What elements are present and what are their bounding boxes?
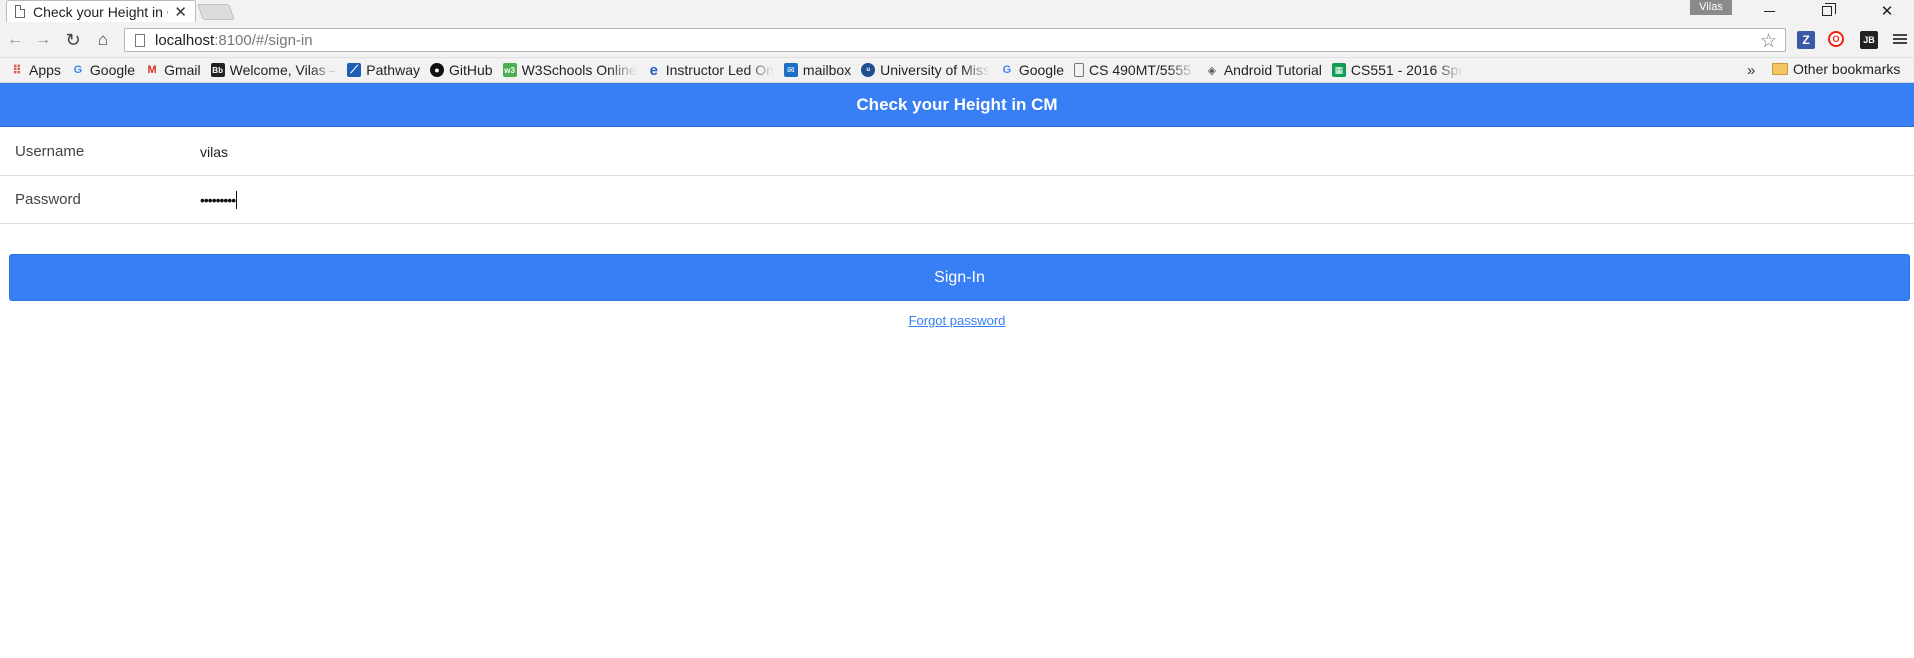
page-icon — [1074, 63, 1084, 77]
apps-grid-icon: ⠿ — [12, 63, 22, 77]
app-header: Check your Height in CM — [0, 83, 1914, 127]
restore-icon — [1822, 3, 1836, 16]
e-icon: e — [649, 62, 658, 78]
sign-in-button[interactable]: Sign-In — [9, 254, 1910, 301]
bookmark-item[interactable]: ▦ CS551 - 2016 Spr — [1331, 62, 1463, 78]
restore-button[interactable] — [1804, 0, 1850, 22]
other-bookmarks-label: Other bookmarks — [1793, 61, 1901, 77]
w3schools-icon: w3 — [502, 63, 517, 77]
close-window-button[interactable]: ✕ — [1864, 0, 1910, 22]
bb-icon: Bb — [210, 63, 225, 77]
reload-icon: ↻ — [65, 29, 81, 50]
username-label: Username — [15, 143, 85, 160]
umkc-icon: u — [861, 63, 876, 77]
bookmark-item[interactable]: ✉ mailbox — [783, 62, 851, 78]
password-label: Password — [15, 191, 81, 208]
bookmark-item[interactable]: CS 490MT/5555: — [1074, 62, 1195, 78]
zotero-extension-icon[interactable]: Z — [1797, 31, 1815, 49]
password-row: Password ••••••••• — [0, 176, 1914, 224]
url-host: localhost — [155, 31, 215, 49]
reload-button[interactable]: ↻ — [62, 29, 84, 51]
bookmark-item[interactable]: ⟋ Pathway — [347, 62, 420, 78]
browser-titlebar: Check your Height in CM ✕ Vilas ✕ — [0, 0, 1914, 22]
close-icon: ✕ — [1880, 3, 1894, 20]
back-button[interactable]: ← — [4, 29, 26, 51]
folder-icon — [1772, 63, 1788, 75]
bookmarks-overflow-chevron-icon[interactable]: » — [1747, 62, 1755, 79]
profile-badge[interactable]: Vilas — [1690, 0, 1732, 15]
username-input[interactable]: vilas — [200, 144, 1800, 160]
page-icon — [15, 5, 25, 18]
bookmark-item[interactable]: u University of Miss — [861, 62, 990, 78]
password-masked-value: ••••••••• — [200, 191, 236, 208]
bookmark-item[interactable]: M Gmail — [145, 62, 200, 78]
tab-title: Check your Height in CM — [33, 3, 168, 20]
bookmark-item[interactable]: ◈ Android Tutorial — [1205, 62, 1322, 78]
google-icon: G — [73, 64, 83, 76]
page-title: Check your Height in CM — [856, 94, 1058, 114]
bookmark-item[interactable]: Bb Welcome, Vilas – — [210, 62, 337, 78]
browser-toolbar: ← → ↻ ⌂ localhost:8100/#/sign-in ☆ Z O J… — [0, 22, 1914, 58]
other-bookmarks[interactable]: Other bookmarks — [1772, 61, 1900, 77]
bookmark-item[interactable]: G Google — [1000, 62, 1064, 78]
url-path: :8100/#/sign-in — [214, 31, 313, 49]
jetbrains-extension-icon[interactable]: JB — [1860, 31, 1878, 49]
browser-tab[interactable]: Check your Height in CM ✕ — [6, 0, 196, 22]
opera-extension-icon[interactable]: O — [1828, 31, 1844, 47]
tab-close-icon[interactable]: ✕ — [174, 3, 187, 21]
arrow-right-icon: → — [35, 31, 51, 48]
bookmarks-bar: ⠿ Apps G Google M Gmail Bb Welcome, Vila… — [0, 58, 1914, 83]
page-icon — [135, 33, 145, 47]
bookmark-item[interactable]: w3 W3Schools Online — [502, 62, 637, 78]
home-button[interactable]: ⌂ — [92, 29, 114, 51]
minimize-button[interactable] — [1746, 0, 1792, 22]
forward-button[interactable]: → — [32, 29, 54, 51]
password-input[interactable]: ••••••••• — [200, 190, 238, 209]
bookmark-item[interactable]: G Google — [71, 62, 135, 78]
google-icon: G — [1002, 64, 1012, 76]
bookmark-star-icon[interactable]: ☆ — [1760, 30, 1777, 53]
arrow-left-icon: ← — [7, 31, 23, 48]
gmail-icon: M — [147, 64, 157, 76]
mail-icon: ✉ — [783, 63, 798, 77]
address-bar[interactable]: localhost:8100/#/sign-in ☆ — [124, 28, 1786, 52]
username-row: Username vilas — [0, 128, 1914, 176]
bookmark-item[interactable]: e Instructor Led On — [647, 62, 774, 78]
new-tab-button[interactable] — [197, 4, 235, 20]
bookmark-item[interactable]: ⠿ Apps — [10, 62, 61, 78]
home-icon: ⌂ — [97, 30, 109, 49]
minimize-icon — [1763, 10, 1775, 12]
bookmark-item[interactable]: ● GitHub — [429, 62, 493, 78]
github-icon: ● — [429, 63, 444, 77]
browser-menu-icon[interactable] — [1892, 31, 1908, 47]
text-caret — [236, 190, 238, 209]
sheets-icon: ▦ — [1331, 63, 1346, 77]
forgot-password-link[interactable]: Forgot password — [0, 313, 1914, 328]
android-tutorial-icon: ◈ — [1207, 64, 1217, 77]
pathway-icon: ⟋ — [347, 63, 362, 77]
